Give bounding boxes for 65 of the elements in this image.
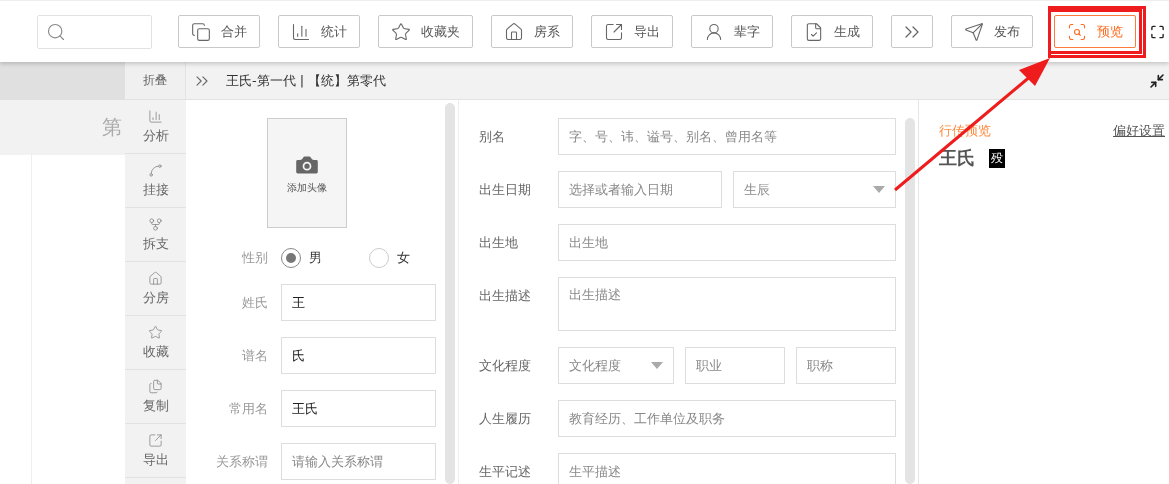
radio-label: 男 [309,249,322,267]
house-icon [148,270,163,286]
input-field[interactable]: 王 [281,284,436,321]
list-heading: 第 [102,114,122,141]
field-label: 常用名 [228,399,268,418]
toolbar-button[interactable]: 统计 [278,15,360,48]
bar-chart-icon [291,21,311,42]
documents-icon [148,378,163,394]
toolbar-button[interactable]: 发布 [951,15,1033,48]
external-link-icon [604,21,624,42]
breadcrumb: 王氏-第一代 | 【统】第零代 [226,71,388,90]
select-field[interactable]: 文化程度 [558,347,674,384]
bar-chart-icon [148,108,163,124]
magnifier-icon [1067,21,1087,42]
input-field[interactable]: 教育经历、工作单位及职务 [558,400,896,437]
toolbar-button[interactable]: 房系 [491,15,573,48]
input-field[interactable]: 职称 [795,347,896,384]
field-label: 别名 [479,128,506,146]
star-icon [391,21,411,42]
external-link-icon [148,432,163,448]
caret-icon [873,186,885,193]
scrollbar[interactable] [445,103,455,484]
input-field[interactable]: 出生地 [558,224,896,261]
input-field[interactable]: 氏 [281,337,436,374]
toolbar-button[interactable]: 辈字 [691,15,773,48]
text-area[interactable]: 出生描述 [558,277,896,331]
select-field[interactable]: 生辰 [732,171,896,208]
caret-icon [650,362,663,369]
field-label: 出生描述 [479,287,532,305]
field-label: 人生履历 [479,410,532,428]
document-check-icon [804,21,824,42]
toolbar-button[interactable]: 收藏夹 [378,15,473,48]
avatar-upload[interactable]: 添加头像 [267,118,347,228]
paper-plane-icon [964,21,984,42]
input-field[interactable]: 字、号、讳、谥号、别名、曾用名等 [558,118,896,155]
field-label: 性别 [241,249,268,267]
field-label: 文化程度 [479,357,532,375]
search-field[interactable] [37,14,152,49]
input-field[interactable]: 职业 [684,347,785,384]
field-label: 谱名 [241,346,268,365]
toolbar-button[interactable]: 合并 [178,15,260,48]
toolbar-button[interactable]: 生成 [791,15,873,48]
fork-icon [148,216,163,232]
person-icon [704,21,724,42]
status-badge: 殁 [989,148,1005,168]
input-field[interactable]: 选择或者输入日期 [558,171,722,208]
scrollbar[interactable] [905,118,915,484]
preferences-link[interactable]: 偏好设置 [1113,122,1165,140]
star-icon [148,324,163,340]
input-field[interactable]: 请输入关系称谓 [281,443,436,480]
field-label: 关系称谓 [215,452,268,471]
field-label: 生平记述 [479,463,532,481]
field-label: 姓氏 [241,293,268,312]
house-icon [504,21,524,42]
input-field[interactable]: 王氏 [281,390,436,427]
collapse-icon[interactable] [1149,72,1165,89]
curve-icon [148,162,163,178]
input-field[interactable]: 生平描述 [558,453,896,484]
radio-label: 女 [397,249,410,267]
field-label: 出生日期 [479,181,532,199]
toolbar-button[interactable]: 导出 [591,15,673,48]
more-button[interactable] [891,15,933,48]
search-icon [46,21,66,42]
copy-icon [191,21,211,42]
field-label: 出生地 [479,234,519,252]
